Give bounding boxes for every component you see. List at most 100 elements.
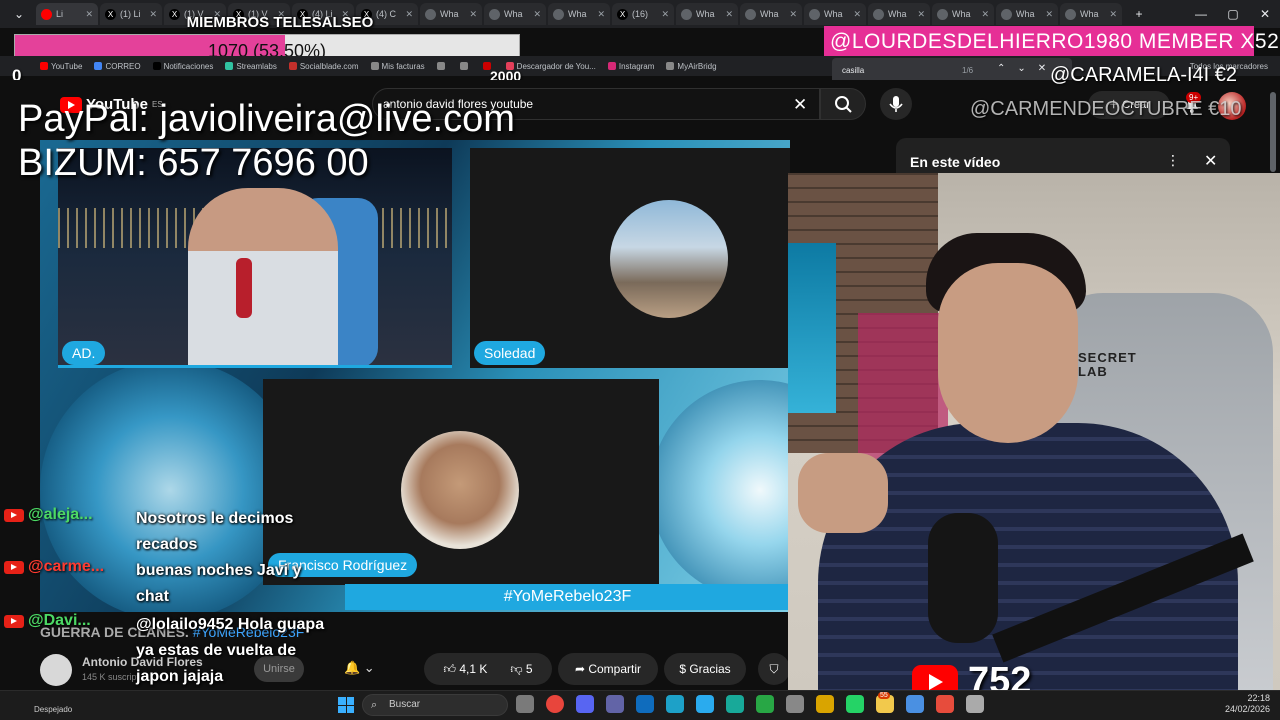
- minimize-icon[interactable]: —: [1186, 7, 1216, 21]
- bookmark-item[interactable]: MyAirBridg: [666, 62, 717, 71]
- save-button[interactable]: ⛉: [758, 653, 790, 685]
- taskbar-search[interactable]: ⌕ Buscar: [362, 694, 508, 716]
- page-scrollbar[interactable]: [1270, 92, 1276, 172]
- bookmark-item[interactable]: Streamlabs: [225, 62, 277, 71]
- browser-tab[interactable]: Wha ✕: [420, 3, 482, 25]
- bookmark-item[interactable]: Mis facturas: [370, 62, 425, 71]
- browser-tab[interactable]: X (1) Li ✕: [100, 3, 162, 25]
- close-window-icon[interactable]: ✕: [1250, 7, 1280, 21]
- app-icon[interactable]: [936, 695, 954, 713]
- tab-label: Wha: [824, 9, 843, 19]
- close-tab-icon[interactable]: ✕: [725, 9, 733, 20]
- file-explorer-icon[interactable]: [516, 695, 534, 713]
- browser-tab[interactable]: Wha ✕: [740, 3, 802, 25]
- telegram-icon[interactable]: [696, 695, 714, 713]
- close-tab-icon[interactable]: ✕: [469, 9, 477, 20]
- bookmark-item[interactable]: [459, 62, 471, 70]
- weather-widget[interactable]: Despejado: [34, 705, 72, 714]
- bookmark-item[interactable]: Socialblade.com: [288, 61, 359, 71]
- close-tab-icon[interactable]: ✕: [789, 9, 797, 20]
- browser-tab[interactable]: Wha ✕: [548, 3, 610, 25]
- like-count: 4,1 K: [459, 662, 488, 676]
- share-icon: ➦: [574, 662, 589, 676]
- close-tab-icon[interactable]: ✕: [405, 9, 413, 20]
- bookmark-favicon-icon: [225, 62, 234, 70]
- close-tab-icon[interactable]: ✕: [1109, 9, 1117, 20]
- close-tab-icon[interactable]: ✕: [533, 9, 541, 20]
- globe-icon: [425, 8, 436, 20]
- share-button[interactable]: ➦ Compartir: [558, 653, 658, 685]
- outlook-icon[interactable]: [636, 695, 654, 713]
- app-icon[interactable]: [906, 695, 924, 713]
- teams-icon[interactable]: [606, 695, 624, 713]
- background-wave: [650, 380, 790, 600]
- globe-icon: [873, 8, 884, 20]
- new-tab-button[interactable]: +: [1124, 7, 1154, 21]
- share-label: Compartir: [588, 662, 642, 676]
- bookmark-item[interactable]: Notificaciones: [152, 62, 213, 71]
- taskbar-clock[interactable]: 22:18 24/02/2026: [1224, 693, 1270, 715]
- browser-tab[interactable]: Wha ✕: [1060, 3, 1122, 25]
- voice-search-button[interactable]: [880, 88, 912, 120]
- close-tab-icon[interactable]: ✕: [85, 9, 93, 20]
- tab-search-button[interactable]: ⌄: [4, 7, 34, 21]
- globe-icon: [1065, 8, 1076, 20]
- start-icon[interactable]: [338, 697, 354, 713]
- camtasia-icon[interactable]: [756, 695, 774, 713]
- browser-tab[interactable]: Wha ✕: [676, 3, 738, 25]
- browser-tab[interactable]: Wha ✕: [804, 3, 866, 25]
- thanks-button[interactable]: $ Gracias: [664, 653, 746, 685]
- close-tab-icon[interactable]: ✕: [917, 9, 925, 20]
- bookmark-item[interactable]: CORREO: [94, 62, 141, 71]
- dislike-button[interactable]: 👎︎ 5: [510, 653, 532, 685]
- microphone-image: [928, 513, 998, 643]
- participant-name-tag: AD.: [62, 341, 106, 365]
- whatsapp-icon[interactable]: [846, 695, 864, 713]
- search-icon: [835, 96, 852, 113]
- bookmark-label: Socialblade.com: [299, 61, 359, 71]
- maximize-icon[interactable]: ▢: [1218, 7, 1248, 21]
- more-options-icon[interactable]: ⋮: [1166, 152, 1180, 169]
- find-nav-arrows[interactable]: ⌃⌄✕: [997, 63, 1058, 74]
- close-tab-icon[interactable]: ✕: [981, 9, 989, 20]
- bookmark-item[interactable]: [436, 62, 448, 70]
- bookmark-item[interactable]: Instagram: [607, 62, 654, 71]
- close-icon[interactable]: ✕: [1204, 151, 1217, 171]
- browser-icon[interactable]: [726, 695, 744, 713]
- browser-tab[interactable]: Wha ✕: [996, 3, 1058, 25]
- discord-icon[interactable]: [576, 695, 594, 713]
- edge-icon[interactable]: [666, 695, 684, 713]
- close-tab-icon[interactable]: ✕: [149, 9, 157, 20]
- youtube-icon: [4, 509, 24, 522]
- close-tab-icon[interactable]: ✕: [853, 9, 861, 20]
- bookmark-item[interactable]: YouTube: [40, 62, 82, 71]
- app-icon[interactable]: [816, 695, 834, 713]
- thanks-label: Gracias: [689, 662, 731, 676]
- close-tab-icon[interactable]: ✕: [1045, 9, 1053, 20]
- member-banner: @LOURDESDELHIERRO1980 MEMBER X52: [824, 26, 1279, 58]
- hashtag-band: #YoMeRebelo23F: [345, 584, 790, 610]
- settings-icon[interactable]: [786, 695, 804, 713]
- browser-tab[interactable]: Wha ✕: [932, 3, 994, 25]
- whatsapp-badge: 55: [878, 692, 890, 699]
- browser-tab[interactable]: Wha ✕: [868, 3, 930, 25]
- close-tab-icon[interactable]: ✕: [597, 9, 605, 20]
- clock-time: 22:18: [1247, 693, 1270, 703]
- clear-icon[interactable]: ✕: [793, 95, 807, 115]
- tab-label: Wha: [952, 9, 971, 19]
- like-button[interactable]: 👍︎ 4,1 K: [443, 653, 487, 685]
- browser-tab[interactable]: Wha ✕: [484, 3, 546, 25]
- tab-label: Wha: [760, 9, 779, 19]
- tab-label: (16): [632, 9, 649, 19]
- goal-title: MIEMBROS TELESALSEO: [186, 14, 374, 31]
- chrome-icon[interactable]: [546, 695, 564, 713]
- app-icon[interactable]: [966, 695, 984, 713]
- find-query[interactable]: casilla: [842, 66, 864, 75]
- browser-tab[interactable]: X (16) ✕: [612, 3, 674, 25]
- find-count: 1/6: [962, 66, 974, 75]
- subscription-dropdown[interactable]: 🔔 ⌄: [344, 660, 375, 676]
- close-tab-icon[interactable]: ✕: [661, 9, 669, 20]
- browser-tab[interactable]: Li ✕: [36, 3, 98, 25]
- search-button[interactable]: [820, 88, 866, 120]
- donor-alert-2: @CARMENDEOCTUBRE €10: [970, 98, 1242, 120]
